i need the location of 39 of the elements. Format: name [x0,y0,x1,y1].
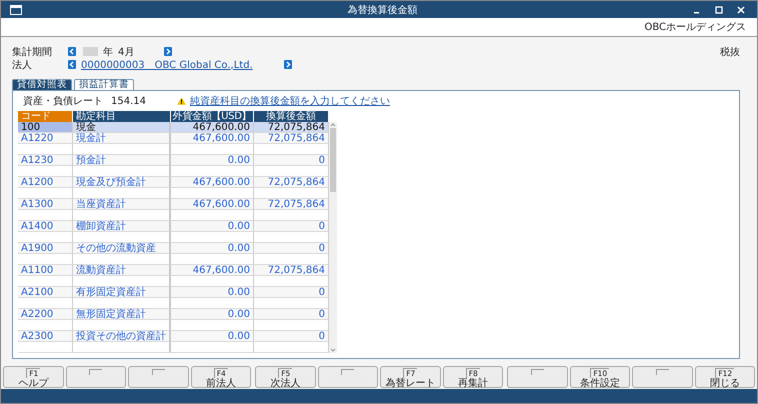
company-name: OBCホールディングス [644,21,746,34]
scroll-down-icon[interactable] [329,347,337,353]
chevron-right-icon [165,48,171,55]
next-button[interactable] [164,47,172,56]
window-icon [10,4,22,14]
warning-icon [177,97,186,105]
corporation-link[interactable]: 0000000003 OBC Global Co.,Ltd. [81,58,253,72]
table-cell: 100 [18,122,73,133]
rate-value: 154.14 [111,96,147,106]
scrollbar[interactable] [329,122,337,353]
scroll-thumb[interactable] [330,128,336,192]
empty-function-key[interactable] [66,366,126,388]
column-header: コード [18,111,73,122]
rate-label: 資産・負債レート [23,94,103,108]
empty-function-key[interactable] [128,366,188,388]
period-label: 集計期間 [12,46,53,58]
previous-button[interactable] [68,47,76,56]
empty-function-key[interactable] [632,366,692,388]
next-button[interactable] [284,60,292,69]
year-field[interactable] [83,47,98,56]
tab[interactable]: 貸借対照表 [12,79,72,90]
tax-mode-label: 税抜 [720,46,740,58]
empty-function-key[interactable] [318,366,378,388]
column-header: 換算後金額 [254,111,329,122]
window-title: 為替換算後金額 [346,4,418,16]
chevron-right-icon [285,61,291,68]
table-cell [18,342,73,353]
month-text: 4月 [118,46,134,58]
close-icon[interactable] [737,6,745,14]
corporation-label: 法人 [12,58,33,72]
warning-link[interactable]: 純資産科目の換算後金額を入力してください [190,94,390,108]
year-label: 年 [103,46,113,58]
column-header: 勘定科目 [73,111,171,122]
scroll-up-icon[interactable] [329,122,337,128]
empty-function-key[interactable] [507,366,568,388]
tab[interactable]: 損益計算書 [74,79,134,90]
column-header: 外貨金額【USD】 [171,111,254,122]
maximize-icon[interactable] [715,6,723,14]
previous-button[interactable] [68,60,76,69]
